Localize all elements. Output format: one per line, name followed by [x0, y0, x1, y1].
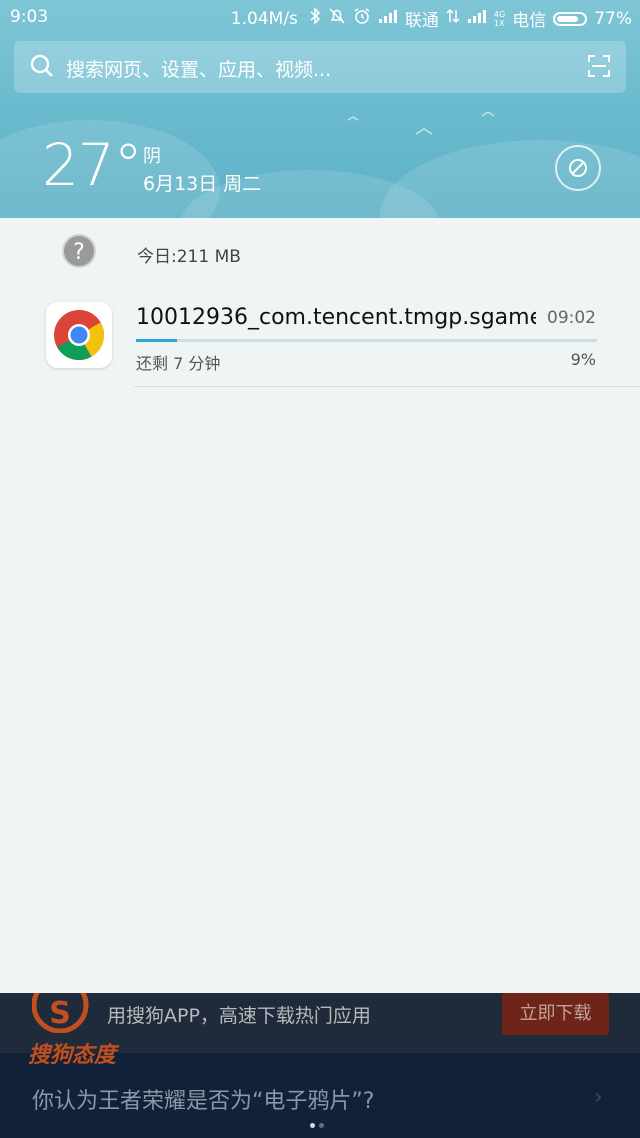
svg-text:S: S: [49, 996, 71, 1031]
download-remaining: 还剩 7 分钟: [136, 354, 221, 373]
network-speed: 1.04M/s: [230, 8, 298, 29]
notification-panel: ? 今日:211 MB 10012936_com.tencent.tmgp.sg…: [0, 218, 640, 993]
birds-decoration: [347, 112, 495, 135]
weather-header: 9:03 1.04M/s 联通 4G 1X 电信 77% 搜索网页、设置、应用、…: [0, 0, 640, 218]
feed-question[interactable]: 你认为王者荣耀是否为“电子鸦片”?: [32, 1083, 374, 1115]
search-bar[interactable]: 搜索网页、设置、应用、视频...: [14, 41, 626, 93]
bluetooth-icon: [309, 7, 321, 30]
weather-condition: 阴: [143, 146, 161, 167]
data-usage-text: 今日:211 MB: [137, 247, 241, 267]
download-now-button[interactable]: 立即下载: [502, 993, 609, 1035]
signal-icon: [467, 8, 487, 29]
search-icon: [30, 54, 54, 82]
divider: [134, 386, 640, 387]
sogou-logo-text: 搜狗态度: [28, 1043, 117, 1068]
alarm-icon: [353, 7, 371, 30]
download-progress-fill: [136, 339, 178, 342]
search-placeholder: 搜索网页、设置、应用、视频...: [66, 59, 332, 81]
carrier-1: 联通: [404, 11, 439, 31]
page-dot-active: [310, 1123, 315, 1128]
temperature: 27°: [42, 131, 143, 199]
download-percent: 9%: [570, 350, 596, 369]
clear-icon: [569, 159, 587, 177]
chevron-right-icon[interactable]: ›: [594, 1085, 603, 1110]
download-time: 09:02: [547, 308, 596, 328]
carrier-2: 电信: [512, 11, 547, 31]
ad-banner[interactable]: S 搜狗态度 用搜狗APP，高速下载热门应用 立即下载: [0, 993, 640, 1068]
download-progress-bar: [136, 339, 597, 342]
weather-date: 6月13日 周二: [143, 173, 262, 195]
sogou-logo-icon: S: [32, 993, 89, 1033]
status-time: 9:03: [10, 7, 49, 27]
signal-icon: [378, 8, 398, 29]
download-filename: 10012936_com.tencent.tmgp.sgame_..: [136, 305, 536, 330]
background-feed: S 搜狗态度 用搜狗APP，高速下载热门应用 立即下载 你认为王者荣耀是否为“电…: [0, 993, 640, 1138]
page-indicator: [310, 1123, 324, 1128]
data-arrows-icon: [446, 8, 460, 29]
battery-level: 77%: [594, 8, 632, 29]
status-bar: 9:03 1.04M/s 联通 4G 1X 电信 77%: [0, 0, 640, 34]
scan-icon[interactable]: [588, 55, 610, 81]
download-notification[interactable]: 10012936_com.tencent.tmgp.sgame_.. 09:02…: [0, 284, 640, 387]
chrome-icon: [46, 302, 112, 368]
mute-bell-icon: [328, 7, 346, 30]
network-type: 4G 1X: [493, 9, 506, 28]
question-icon: ?: [62, 234, 96, 268]
battery-icon: [553, 11, 588, 26]
clear-notifications-button[interactable]: [555, 145, 601, 191]
ad-text: 用搜狗APP，高速下载热门应用: [107, 1005, 371, 1027]
data-usage-row[interactable]: ? 今日:211 MB: [0, 218, 640, 284]
page-dot: [319, 1123, 324, 1128]
